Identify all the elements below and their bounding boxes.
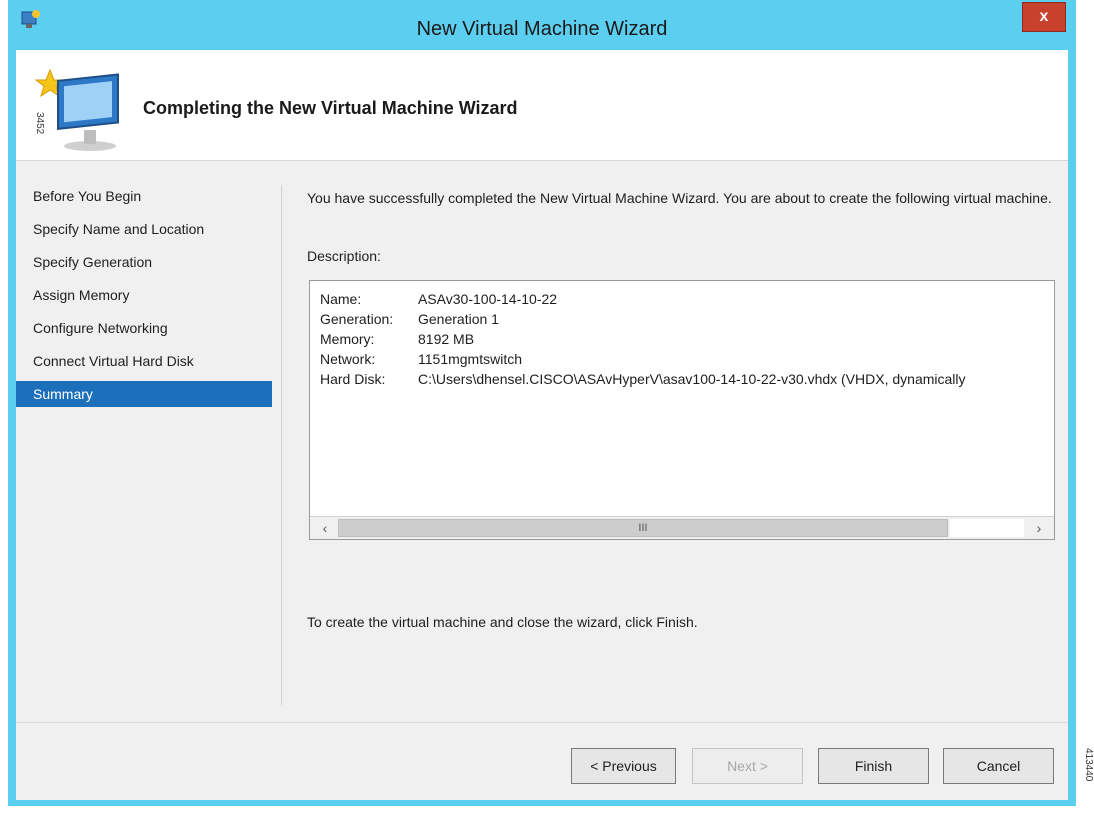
vertical-divider bbox=[281, 185, 282, 705]
previous-button[interactable]: < Previous bbox=[571, 748, 676, 784]
horizontal-scrollbar[interactable]: ‹ III › bbox=[310, 516, 1054, 539]
summary-row-hard-disk: Hard Disk: C:\Users\dhensel.CISCO\ASAvHyp… bbox=[320, 371, 966, 387]
scrollbar-thumb[interactable]: III bbox=[338, 519, 948, 537]
summary-row-network: Network: 1151mgmtswitch bbox=[320, 351, 523, 367]
close-button[interactable]: x bbox=[1022, 2, 1066, 32]
description-box[interactable]: Name: ASAv30-100-14-10-22 Generation: Gene… bbox=[309, 280, 1055, 540]
intro-text: You have successfully completed the New … bbox=[307, 190, 1052, 206]
finish-button[interactable]: Finish bbox=[818, 748, 929, 784]
summary-row-name: Name: ASAv30-100-14-10-22 bbox=[320, 291, 558, 307]
window-title: New Virtual Machine Wizard bbox=[416, 18, 668, 40]
step-specify-generation[interactable]: Specify Generation bbox=[16, 246, 272, 279]
figure-tag: 3452 bbox=[34, 112, 45, 135]
next-button[interactable]: Next > bbox=[692, 748, 803, 784]
finish-hint-text: To create the virtual machine and close … bbox=[307, 614, 698, 630]
wizard-client-area: 3452 Completing the New Virtual Machine … bbox=[16, 50, 1068, 800]
scrollbar-track[interactable] bbox=[950, 519, 1024, 537]
step-summary[interactable]: Summary bbox=[16, 381, 272, 407]
summary-row-memory: Memory: 8192 MB bbox=[320, 331, 475, 347]
page-title: Completing the New Virtual Machine Wizar… bbox=[143, 98, 518, 118]
step-connect-virtual-hard-disk[interactable]: Connect Virtual Hard Disk bbox=[16, 345, 272, 378]
step-assign-memory[interactable]: Assign Memory bbox=[16, 279, 272, 312]
wizard-steps: Before You Begin Specify Name and Locati… bbox=[16, 180, 272, 407]
virtual-machine-icon bbox=[34, 68, 119, 151]
summary-rows: Name: ASAv30-100-14-10-22 Generation: Gene… bbox=[320, 289, 966, 389]
scroll-right-arrow-icon[interactable]: › bbox=[1028, 519, 1050, 537]
wizard-window: New Virtual Machine Wizard x 3452 Comple… bbox=[8, 0, 1076, 806]
figure-number: 413440 bbox=[1083, 748, 1094, 782]
footer-divider bbox=[16, 722, 1068, 723]
description-label: Description: bbox=[307, 248, 381, 264]
summary-content: You have successfully completed the New … bbox=[307, 190, 1057, 630]
scroll-left-arrow-icon[interactable]: ‹ bbox=[314, 519, 336, 537]
step-configure-networking[interactable]: Configure Networking bbox=[16, 312, 272, 345]
cancel-button[interactable]: Cancel bbox=[943, 748, 1054, 784]
grip-icon: III bbox=[638, 522, 648, 534]
step-before-you-begin[interactable]: Before You Begin bbox=[16, 180, 272, 213]
wizard-header: 3452 Completing the New Virtual Machine … bbox=[16, 50, 1068, 161]
step-specify-name-location[interactable]: Specify Name and Location bbox=[16, 213, 272, 246]
summary-row-generation: Generation: Generation 1 bbox=[320, 311, 499, 327]
